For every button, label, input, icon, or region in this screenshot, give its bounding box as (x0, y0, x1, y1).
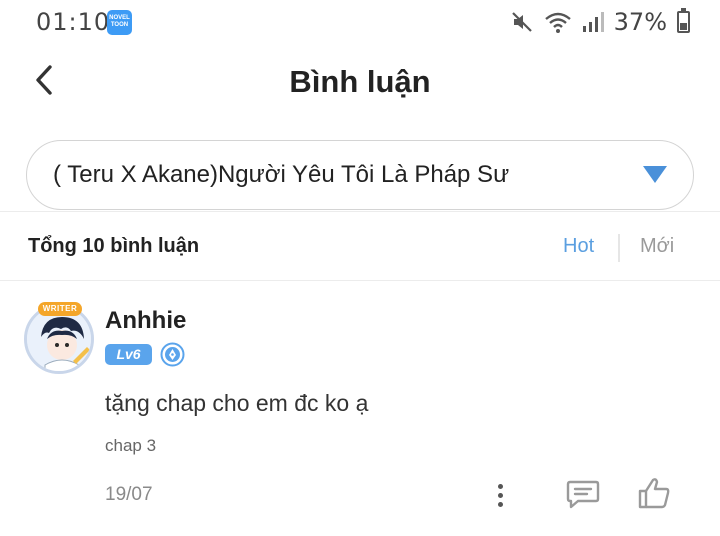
signal-icon (582, 12, 604, 32)
avatar-image (27, 307, 91, 371)
more-dot (497, 483, 503, 489)
like-icon[interactable] (636, 475, 672, 511)
wifi-icon (544, 12, 571, 33)
sort-hot-tab[interactable]: Hot (563, 235, 594, 258)
writer-tag: WRITER (38, 302, 82, 316)
battery-percent: 37% (613, 8, 667, 36)
header: Bình luận (0, 44, 720, 120)
battery-icon (677, 8, 690, 33)
divider (0, 280, 720, 281)
more-dot (497, 501, 503, 507)
battery-fill (680, 23, 687, 30)
reply-icon[interactable] (565, 478, 601, 510)
novel-toon-app-icon: NOVEL TOON (107, 10, 132, 35)
caret-down-icon (643, 166, 667, 183)
more-options-icon[interactable] (488, 480, 512, 510)
more-dot (497, 492, 503, 498)
level-badge: Lv6 (105, 344, 152, 365)
chapter-select-value: ( Teru X Akane)Người Yêu Tôi Là Pháp Sư (53, 161, 510, 188)
page-title: Bình luận (289, 64, 431, 99)
comment-text: tặng chap cho em đc ko ạ (105, 390, 369, 416)
chapter-select[interactable]: ( Teru X Akane)Người Yêu Tôi Là Pháp Sư (26, 140, 694, 210)
mute-icon (511, 12, 532, 32)
status-time: 01:10 (36, 8, 111, 36)
status-icons: 37% (510, 8, 690, 36)
comment-date: 19/07 (105, 484, 153, 505)
sort-new-tab[interactable]: Mới (640, 235, 674, 258)
comment-username[interactable]: Anhhie (105, 307, 186, 335)
comment-total: Tổng 10 bình luận (28, 235, 200, 257)
comment-item: WRITER Anhhie Lv6 tặng chap cho em đc ko… (0, 282, 720, 536)
comment-chapter[interactable]: chap 3 (105, 436, 156, 456)
status-bar: 01:10 NOVEL TOON 37% (0, 0, 720, 44)
pen-nib-badge-icon (160, 342, 185, 367)
sort-separator (618, 234, 620, 262)
sort-bar: Tổng 10 bình luận Hot Mới (0, 212, 720, 280)
